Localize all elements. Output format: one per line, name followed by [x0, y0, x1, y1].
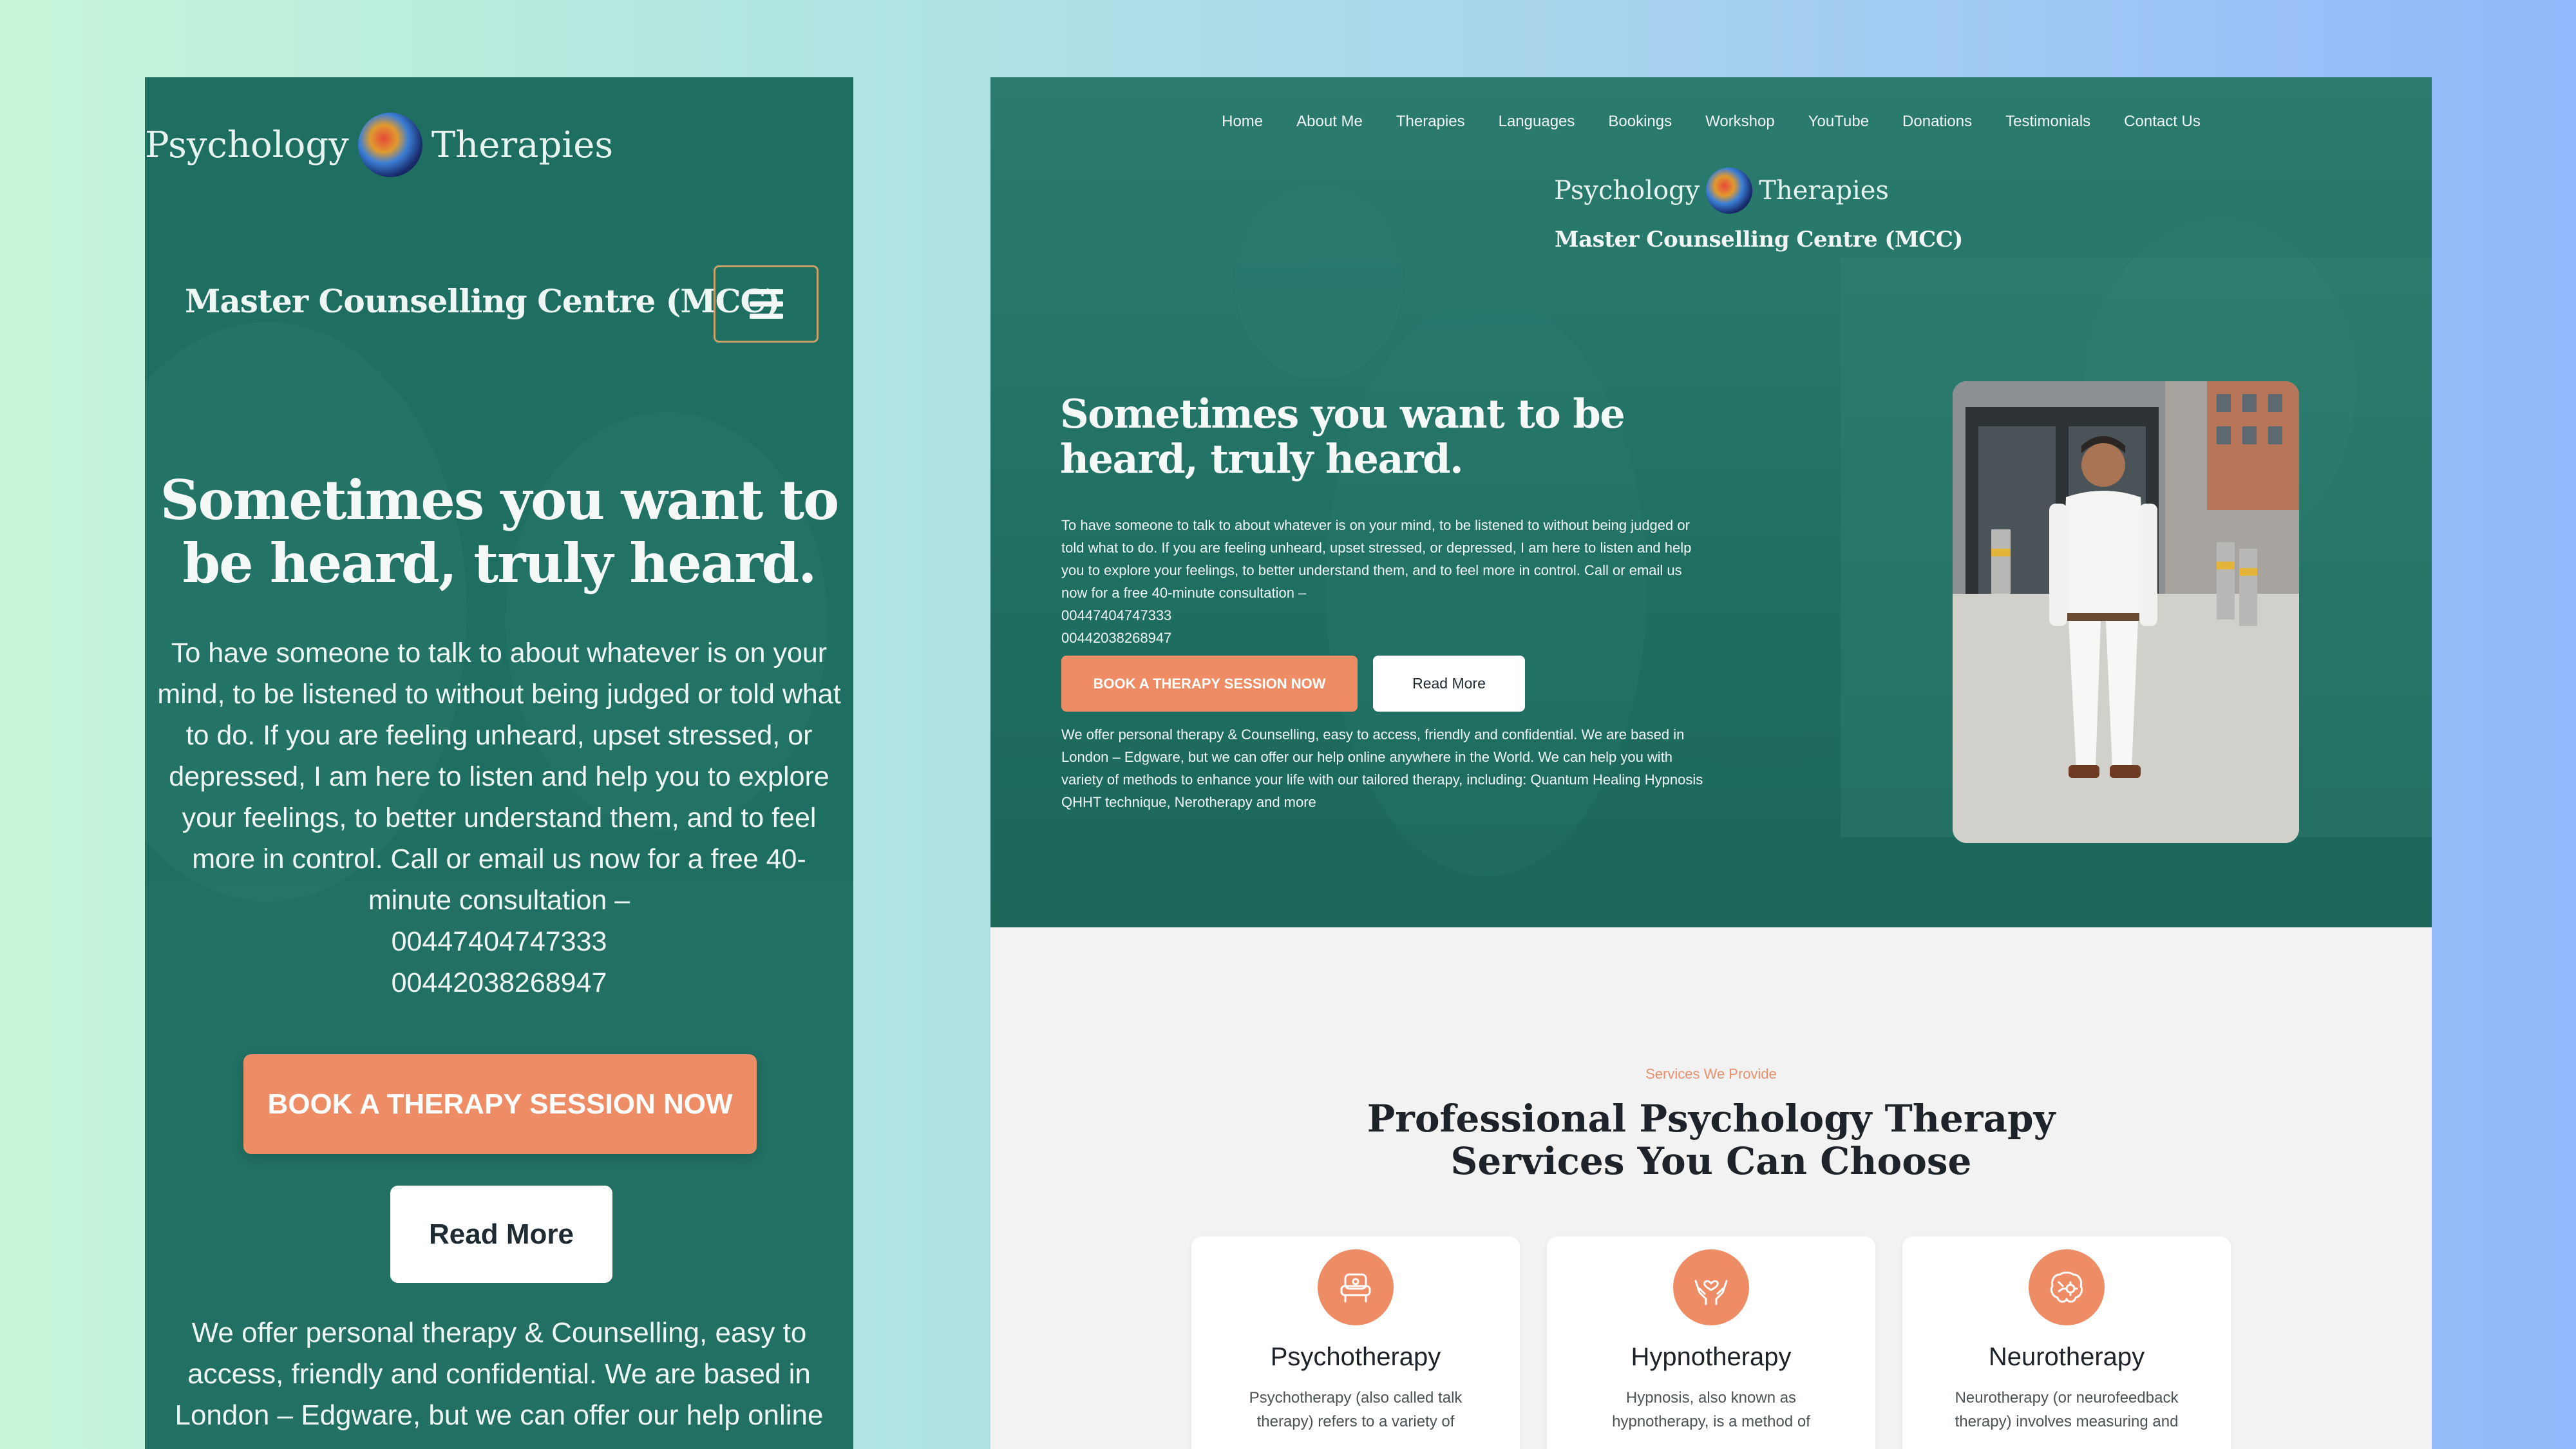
menu-bar-icon — [749, 314, 783, 319]
nav-testimonials[interactable]: Testimonials — [1989, 113, 2107, 131]
about-text: We offer personal therapy & Counselling,… — [1061, 726, 1703, 810]
nav-youtube[interactable]: YouTube — [1792, 113, 1886, 131]
phone-number-2[interactable]: 00442038268947 — [1061, 627, 1712, 649]
hero-title: Sometimes you want to be heard, truly he… — [1060, 390, 1625, 482]
hamburger-menu-button[interactable] — [714, 265, 819, 343]
service-card-description: Psychotherapy (also called talk therapy)… — [1249, 1389, 1463, 1430]
nav-bookings[interactable]: Bookings — [1591, 113, 1689, 131]
nav-donations[interactable]: Donations — [1886, 113, 1989, 131]
main-navigation: Home About Me Therapies Languages Bookin… — [990, 113, 2432, 131]
hero-body-text: To have someone to talk to about whateve… — [1061, 517, 1692, 601]
read-more-button[interactable]: Read More — [1373, 656, 1525, 712]
desktop-preview: Home About Me Therapies Languages Bookin… — [990, 77, 2432, 1449]
menu-bar-icon — [749, 301, 783, 307]
therapy-chair-icon — [1318, 1249, 1394, 1325]
centre-name: Master Counselling Centre (MCC) — [185, 282, 781, 320]
nav-about-me[interactable]: About Me — [1280, 113, 1379, 131]
brain-logo-icon — [1706, 167, 1753, 214]
book-session-button[interactable]: BOOK A THERAPY SESSION NOW — [1061, 656, 1358, 712]
hero-section: Home About Me Therapies Languages Bookin… — [990, 77, 2432, 927]
service-card-neurotherapy[interactable]: Neurotherapy Neurotherapy (or neurofeedb… — [1902, 1236, 2231, 1449]
hero-body-text: To have someone to talk to about whateve… — [157, 638, 841, 916]
service-card-psychotherapy[interactable]: Psychotherapy Psychotherapy (also called… — [1191, 1236, 1520, 1449]
mobile-preview: Psychology Therapies Master Counselling … — [145, 77, 853, 1449]
service-card-description: Neurotherapy (or neurofeedback therapy) … — [1955, 1389, 2179, 1430]
services-eyebrow: Services We Provide — [1645, 1066, 1777, 1082]
brain-logo-icon — [357, 113, 422, 177]
service-card-title: Neurotherapy — [1988, 1343, 2145, 1371]
hero-title: Sometimes you want to be heard, truly he… — [160, 468, 839, 595]
background-figure — [1235, 187, 1403, 380]
therapist-photo — [1953, 381, 2299, 843]
nav-languages[interactable]: Languages — [1482, 113, 1592, 131]
therapist-photo-illustration — [1953, 381, 2299, 843]
hero-description: To have someone to talk to about whateve… — [151, 632, 847, 1003]
menu-bar-icon — [749, 289, 783, 294]
phone-number-1[interactable]: 00447404747333 — [1061, 604, 1712, 627]
logo-text-left: Psychology — [1554, 176, 1700, 205]
about-text: We offer personal therapy & Counselling,… — [175, 1317, 824, 1431]
service-card-title: Hypnotherapy — [1631, 1343, 1792, 1371]
brain-gear-icon — [2029, 1249, 2105, 1325]
service-card-title: Psychotherapy — [1270, 1343, 1441, 1371]
site-logo[interactable]: Psychology Therapies — [1554, 167, 1889, 214]
site-logo[interactable]: Psychology Therapies — [145, 93, 724, 196]
nav-workshop[interactable]: Workshop — [1689, 113, 1792, 131]
nav-home[interactable]: Home — [1205, 113, 1280, 131]
nav-contact-us[interactable]: Contact Us — [2107, 113, 2217, 131]
nav-therapies[interactable]: Therapies — [1379, 113, 1482, 131]
logo-text-right: Therapies — [1759, 176, 1889, 205]
service-card-description: Hypnosis, also known as hypnotherapy, is… — [1612, 1389, 1810, 1430]
logo-text-left: Psychology — [145, 124, 349, 166]
book-session-button[interactable]: BOOK A THERAPY SESSION NOW — [243, 1054, 757, 1154]
phone-number-1[interactable]: 00447404747333 — [151, 921, 847, 962]
service-card-hypnotherapy[interactable]: Hypnotherapy Hypnosis, also known as hyp… — [1547, 1236, 1875, 1449]
logo-text-right: Therapies — [431, 124, 614, 166]
phone-number-2[interactable]: 00442038268947 — [151, 962, 847, 1003]
services-title: Professional Psychology Therapy Services… — [1367, 1097, 2056, 1183]
caring-hands-icon — [1673, 1249, 1749, 1325]
hero-description: To have someone to talk to about whateve… — [1061, 514, 1712, 649]
centre-name: Master Counselling Centre (MCC) — [1555, 227, 1963, 252]
read-more-button[interactable]: Read More — [390, 1186, 612, 1283]
